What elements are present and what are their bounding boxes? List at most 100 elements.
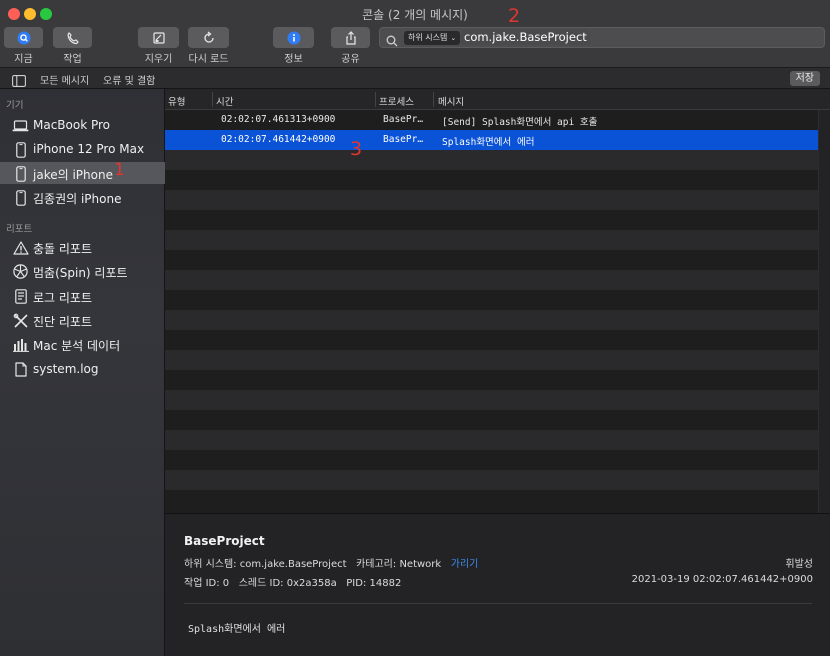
- window-title: 콘솔 (2 개의 메시지): [362, 8, 468, 22]
- empty-row: [165, 470, 818, 490]
- activity-button[interactable]: [53, 27, 92, 48]
- reload-label: 다시 로드: [188, 54, 229, 65]
- empty-row: [165, 210, 818, 230]
- activity-id-label: 작업 ID:: [184, 578, 220, 589]
- now-label: 지금: [14, 54, 33, 65]
- empty-row: [165, 370, 818, 390]
- chart-icon: [12, 336, 29, 353]
- sidebar-item-spin-reports[interactable]: 멈춤(Spin) 리포트: [0, 260, 165, 282]
- sidebar-item-label: 멈춤(Spin) 리포트: [33, 266, 128, 280]
- sidebar-item-label: 로그 리포트: [33, 291, 93, 305]
- pid-value: 14882: [369, 578, 402, 589]
- info-button[interactable]: [273, 27, 314, 48]
- hide-link[interactable]: 가리기: [451, 559, 479, 570]
- search-field[interactable]: 하위 시스템 ⌄ com.jake.BaseProject: [379, 27, 825, 48]
- all-messages-filter[interactable]: 모든 메시지: [40, 72, 89, 87]
- empty-row: [165, 390, 818, 410]
- reload-button[interactable]: [188, 27, 229, 48]
- table-scrollbar[interactable]: [818, 110, 830, 513]
- sidebar-item-system-log[interactable]: system.log: [0, 358, 165, 380]
- sidebar-item-label: MacBook Pro: [33, 118, 111, 132]
- sidebar: 기기 MacBook Pro iPhone 12 Pro Max jake의 i…: [0, 89, 165, 656]
- save-button[interactable]: 저장: [789, 71, 820, 86]
- empty-row: [165, 310, 818, 330]
- empty-row: [165, 270, 818, 290]
- spin-icon: [12, 263, 29, 280]
- detail-title: BaseProject: [184, 534, 265, 548]
- category-label: 카테고리:: [356, 559, 397, 570]
- sidebar-item-diagnostic-reports[interactable]: 진단 리포트: [0, 309, 165, 331]
- sidebar-item-label: 충돌 리포트: [33, 242, 93, 256]
- subsystem-value: com.jake.BaseProject: [239, 559, 347, 570]
- empty-row: [165, 330, 818, 350]
- row-message: [Send] Splash화면에서 api 호출: [442, 117, 598, 128]
- column-header-time[interactable]: 시간: [216, 94, 233, 108]
- table-row[interactable]: 02:02:07.461442+0900 BasePr… Splash화면에서 …: [165, 130, 818, 150]
- now-button[interactable]: [4, 27, 43, 48]
- empty-row: [165, 410, 818, 430]
- search-input[interactable]: com.jake.BaseProject: [461, 30, 590, 45]
- detail-divider: [184, 603, 812, 604]
- column-header-message[interactable]: 메시지: [438, 94, 464, 108]
- token-label: 하위 시스템: [408, 33, 448, 42]
- sidebar-item-label: system.log: [33, 362, 99, 376]
- reports-header: 리포트: [6, 224, 33, 235]
- detail-pane: BaseProject 하위 시스템: com.jake.BaseProject…: [165, 513, 830, 656]
- table-body: 02:02:07.461313+0900 BasePr… [Send] Spla…: [165, 110, 818, 513]
- empty-row: [165, 250, 818, 270]
- detail-ids-line: 작업 ID: 0 스레드 ID: 0x2a358a PID: 14882: [184, 574, 401, 589]
- row-process: BasePr…: [383, 114, 424, 125]
- column-divider[interactable]: [375, 92, 376, 107]
- column-header-type[interactable]: 유형: [168, 94, 185, 108]
- sidebar-item-macbook-pro[interactable]: MacBook Pro: [0, 114, 165, 136]
- volatile-label: 휘발성: [785, 559, 813, 570]
- tools-icon: [12, 312, 29, 329]
- sidebar-item-iphone-12-pro-max[interactable]: iPhone 12 Pro Max: [0, 138, 165, 160]
- thread-id-label: 스레드 ID:: [238, 578, 284, 589]
- sidebar-item-label: iPhone 12 Pro Max: [33, 142, 145, 156]
- laptop-icon: [12, 117, 29, 134]
- sidebar-item-kimjonggwon-iphone[interactable]: 김종권의 iPhone: [0, 186, 165, 208]
- share-label: 공유: [341, 54, 360, 65]
- clear-button[interactable]: [138, 27, 179, 48]
- empty-row: [165, 290, 818, 310]
- sidebar-item-label: Mac 분석 데이터: [33, 339, 121, 353]
- thread-id-value: 0x2a358a: [286, 578, 337, 589]
- empty-row: [165, 150, 818, 170]
- sidebar-item-log-reports[interactable]: 로그 리포트: [0, 285, 165, 307]
- detail-subsystem-line: 하위 시스템: com.jake.BaseProject 카테고리: Netwo…: [184, 555, 478, 570]
- annotation-marker-3: 3: [350, 138, 363, 160]
- row-time: 02:02:07.461442+0900: [221, 134, 336, 145]
- warning-icon: [12, 239, 29, 256]
- empty-row: [165, 350, 818, 370]
- iphone-icon: [12, 165, 29, 182]
- info-icon: [287, 31, 301, 45]
- sidebar-item-label: 김종권의 iPhone: [33, 192, 122, 206]
- empty-row: [165, 430, 818, 450]
- sidebar-item-crash-reports[interactable]: 충돌 리포트: [0, 236, 165, 258]
- search-icon: [386, 32, 398, 51]
- sidebar-item-mac-analytics[interactable]: Mac 분석 데이터: [0, 333, 165, 355]
- category-value: Network: [399, 559, 442, 570]
- subsystem-filter-token[interactable]: 하위 시스템 ⌄: [404, 31, 461, 45]
- sidebar-item-label: jake의 iPhone: [33, 168, 113, 182]
- clear-icon: [152, 31, 166, 45]
- reload-icon: [202, 30, 216, 45]
- errors-faults-filter[interactable]: 오류 및 결함: [103, 72, 155, 87]
- chevron-down-icon: ⌄: [450, 34, 457, 42]
- share-button[interactable]: [331, 27, 370, 48]
- table-row[interactable]: 02:02:07.461313+0900 BasePr… [Send] Spla…: [165, 110, 818, 130]
- info-label: 정보: [284, 54, 303, 65]
- now-icon: [17, 31, 31, 45]
- column-header-process[interactable]: 프로세스: [379, 94, 414, 108]
- empty-row: [165, 190, 818, 210]
- sidebar-item-jake-iphone[interactable]: jake의 iPhone: [0, 162, 165, 184]
- share-icon: [344, 30, 358, 45]
- column-divider[interactable]: [212, 92, 213, 107]
- column-divider[interactable]: [433, 92, 434, 107]
- row-time: 02:02:07.461313+0900: [221, 114, 336, 125]
- empty-row: [165, 170, 818, 190]
- row-message: Splash화면에서 에러: [442, 137, 535, 148]
- detail-message: Splash화면에서 에러: [188, 624, 286, 635]
- sidebar-item-label: 진단 리포트: [33, 315, 93, 329]
